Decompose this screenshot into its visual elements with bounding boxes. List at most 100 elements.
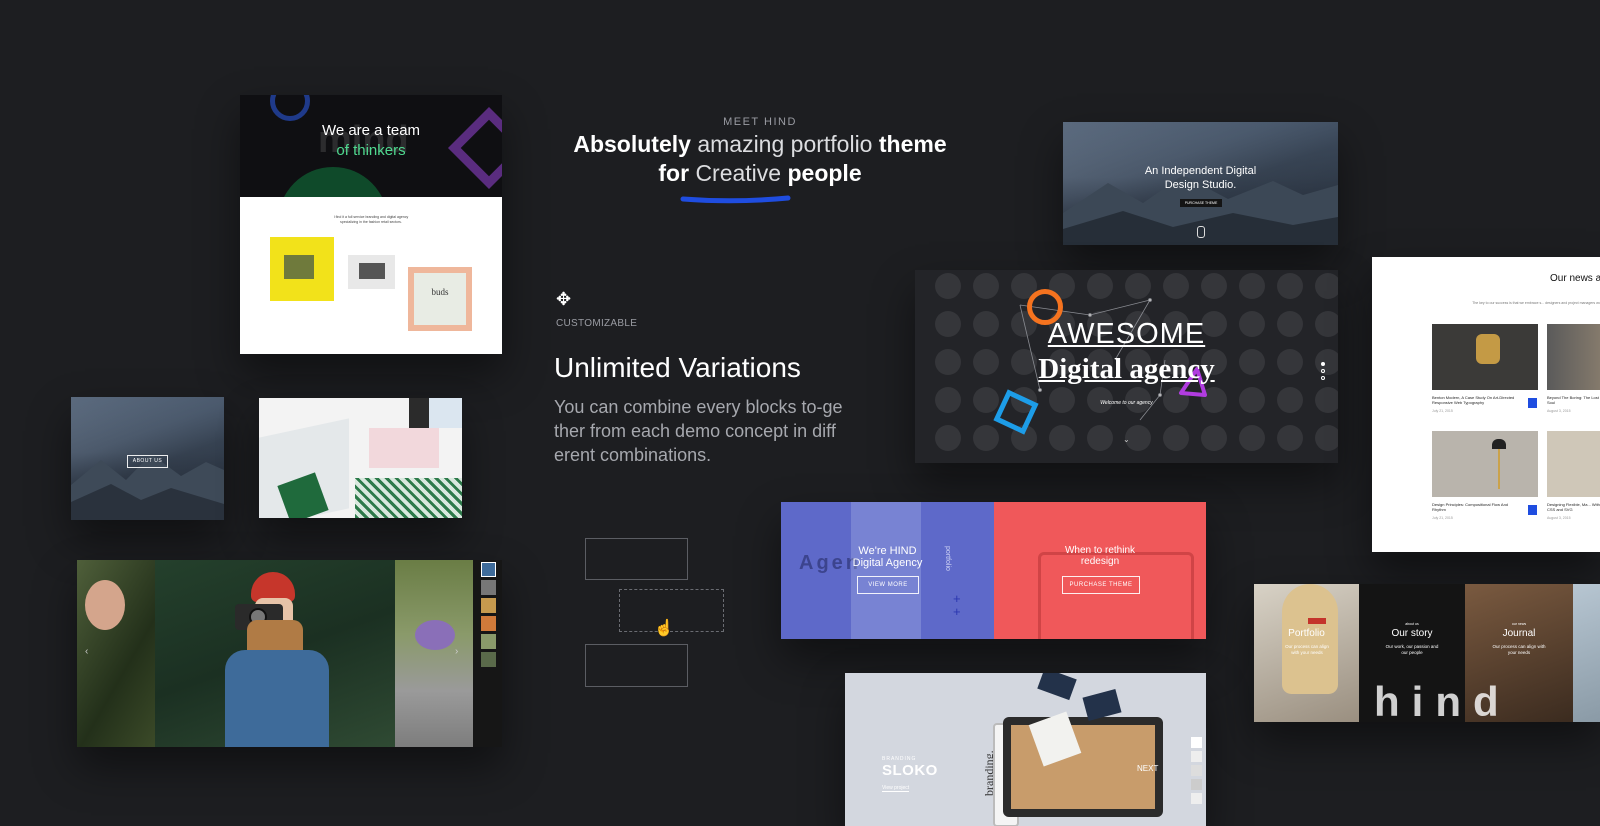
- red-panel: When to rethink redesign PURCHASE THEME: [994, 502, 1206, 639]
- yellow-product-image: [270, 237, 334, 301]
- demo-independent-line-1: An Independent Digital: [1144, 165, 1257, 177]
- sloko-title: SLOKO: [882, 762, 938, 779]
- blue-panel: Agen We're HIND Digital Agency VIEW MORE…: [781, 502, 994, 639]
- news-date-4: August 3, 2015: [1547, 516, 1571, 520]
- demo-tiles-card[interactable]: hind Portfolio Our process can align wit…: [1254, 584, 1600, 722]
- sloko-next-link[interactable]: NEXT: [1137, 764, 1158, 773]
- demo-sloko-card[interactable]: BRANDING SLOKO View project branding. NE…: [845, 673, 1206, 826]
- slider-prev-arrow[interactable]: ‹: [85, 646, 88, 657]
- news-date-3: July 21, 2015: [1432, 516, 1453, 520]
- demo-about-card[interactable]: ABOUT US: [71, 397, 224, 520]
- slide-prev-image: [77, 560, 155, 747]
- tile-story-small: about us: [1405, 622, 1419, 626]
- demo-awesome-sub: Welcome to our agency: [1100, 400, 1153, 406]
- slider-thumbnails[interactable]: [481, 562, 496, 667]
- news-caption-3[interactable]: Design Principles: Compositional Flow An…: [1432, 502, 1520, 512]
- demo-about-button[interactable]: ABOUT US: [127, 455, 168, 468]
- move-icon: ✥: [556, 289, 572, 309]
- sloko-link[interactable]: View project: [882, 785, 910, 792]
- demo-rethink-line-1: When to rethink: [1064, 545, 1136, 556]
- demo-hind-line-2: Digital Agency: [852, 557, 923, 569]
- hero-line-2: for Creative people: [658, 160, 862, 186]
- tile-portfolio-title: Portfolio: [1288, 628, 1325, 639]
- demo-awesome-card[interactable]: AWESOME Digital agency Welcome to our ag…: [915, 270, 1338, 463]
- news-title: Our news a: [1550, 273, 1600, 284]
- demo-news-card[interactable]: Our news a The key to our success is tha…: [1372, 257, 1600, 552]
- wireframe-block-1: [585, 538, 688, 580]
- doc-icon: [1528, 398, 1537, 408]
- news-image-2: [1547, 324, 1600, 390]
- doc-icon: [1528, 505, 1537, 515]
- news-caption-4[interactable]: Designing Flexible, Ma... With CSS and S…: [1547, 502, 1600, 512]
- news-caption-2[interactable]: Beyond The Boring: The Lost Soul: [1547, 395, 1600, 405]
- news-image-1: [1432, 324, 1538, 390]
- slide-main-image: [155, 560, 395, 747]
- tile-story-title: Our story: [1391, 628, 1433, 639]
- slide-dots[interactable]: [1321, 362, 1325, 380]
- view-more-button[interactable]: VIEW MORE: [857, 576, 919, 594]
- purchase-theme-button[interactable]: PURCHASE THEME: [1062, 576, 1140, 594]
- branding-envelope: [369, 428, 439, 468]
- demo-rethink-line-2: redesign: [1080, 556, 1120, 567]
- feature-label: CUSTOMIZABLE: [556, 318, 638, 329]
- slide-next-image: [395, 560, 473, 747]
- demo-photo-slider[interactable]: ‹ ›: [77, 560, 502, 747]
- demo-team-line-2: of thinkers: [336, 142, 406, 159]
- demo-team-card[interactable]: mind We are a team of thinkers I find it…: [240, 95, 502, 354]
- news-caption-1[interactable]: Benton Modern, A Case Study On Art-Direc…: [1432, 395, 1520, 405]
- thumb-4[interactable]: [481, 616, 496, 631]
- tile-journal-small: our news: [1511, 622, 1527, 626]
- sloko-thumbnails[interactable]: [1191, 737, 1202, 804]
- hero-underline: [680, 195, 791, 204]
- feature-title: Unlimited Variations: [554, 352, 801, 383]
- mountains-image: [71, 454, 224, 520]
- sloko-card-dark-2: [1037, 673, 1077, 701]
- scroll-mouse-icon: [1197, 226, 1205, 238]
- green-circle-shape: [278, 167, 388, 197]
- demo-hind-side-label: portfolio: [944, 546, 951, 571]
- news-date-1: July 21, 2015: [1432, 409, 1453, 413]
- hero-line-1: Absolutely amazing portfolio theme: [573, 131, 947, 157]
- tile-portfolio-text: Our process can align with your needs: [1285, 644, 1329, 655]
- laptop-image: [348, 255, 395, 289]
- tile-portfolio-hair: [1282, 584, 1338, 694]
- news-date-2: August 3, 2015: [1547, 409, 1571, 413]
- plus-icons: + +: [953, 591, 961, 619]
- hero-heading: MEET HIND Absolutely amazing portfolio t…: [540, 116, 980, 188]
- scroll-down-chevron-icon[interactable]: ⌄: [1123, 435, 1130, 444]
- demo-team-caption: I find it a full service branding and di…: [333, 215, 409, 224]
- thumb-1[interactable]: [481, 562, 496, 577]
- demo-awesome-line-2: Digital agency: [1038, 353, 1215, 385]
- demo-team-header: mind We are a team of thinkers: [240, 95, 502, 197]
- hand-cursor-icon: ☝: [654, 620, 674, 637]
- news-image-4: [1547, 431, 1600, 497]
- demo-branding-card[interactable]: [259, 398, 462, 518]
- branding-phone: [409, 398, 429, 428]
- person-jacket: [225, 650, 329, 747]
- feature-body: You can combine every blocks to-gether f…: [554, 397, 843, 465]
- thumb-3[interactable]: [481, 598, 496, 613]
- tile-journal-text: Our process can align with your needs: [1492, 644, 1546, 655]
- news-image-3: [1432, 431, 1538, 497]
- demo-independent-card[interactable]: An Independent Digital Design Studio. PU…: [1063, 122, 1338, 245]
- tiles-watermark: hind: [1374, 678, 1511, 722]
- news-sub: The key to our success is that we embrac…: [1472, 301, 1600, 305]
- branding-green-pattern: [355, 478, 462, 518]
- demo-awesome-line-1: AWESOME: [1047, 318, 1206, 350]
- branding-blue-top: [429, 398, 462, 428]
- demo-hind-line-1: We're HIND: [858, 545, 917, 557]
- tile-portfolio-glasses: [1308, 618, 1326, 624]
- hero-eyebrow: MEET HIND: [723, 116, 797, 128]
- demo-team-line-1: We are a team: [321, 122, 421, 139]
- demo-independent-button[interactable]: PURCHASE THEME: [1180, 199, 1222, 207]
- thumb-2[interactable]: [481, 580, 496, 595]
- tile-journal-title: Journal: [1502, 628, 1536, 639]
- tile-extra: [1573, 584, 1600, 722]
- wireframe-block-2: [585, 644, 688, 687]
- thumb-5[interactable]: [481, 634, 496, 649]
- thumb-6[interactable]: [481, 652, 496, 667]
- demo-split-card[interactable]: Agen We're HIND Digital Agency VIEW MORE…: [781, 502, 1206, 639]
- blue-panel-person: [851, 502, 921, 639]
- tile-story-text: Our work, our passion and our people: [1385, 644, 1439, 655]
- slider-next-arrow[interactable]: ›: [455, 646, 458, 657]
